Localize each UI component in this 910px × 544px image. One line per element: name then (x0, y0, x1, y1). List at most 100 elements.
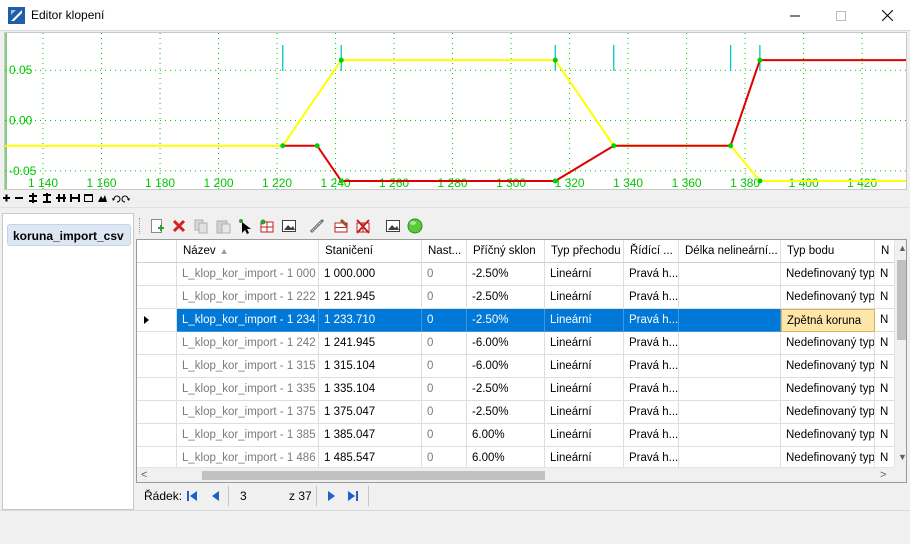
zoom-out-icon[interactable] (15, 197, 23, 199)
cell-control[interactable]: Pravá h... (624, 378, 679, 401)
scroll-down-icon[interactable]: ▼ (898, 452, 906, 462)
table-row[interactable]: L_klop_kor_import - 1 234 1 233.710 0 -2.50… (137, 309, 897, 332)
cell-nonlinear-length[interactable] (679, 424, 781, 447)
cell-control[interactable]: Pravá h... (624, 424, 679, 447)
cell-cross-slope[interactable]: -2.50% (467, 401, 545, 424)
row-selector[interactable] (137, 401, 177, 424)
cell-setting[interactable]: 0 (422, 424, 467, 447)
cell-name[interactable]: L_klop_kor_import - 1 315 (177, 355, 319, 378)
profile-view-icon[interactable] (98, 195, 107, 202)
row-selector[interactable] (137, 332, 177, 355)
table-row[interactable]: L_klop_kor_import - 1 335 1 335.104 0 -2.50… (137, 378, 897, 401)
cell-setting[interactable]: 0 (422, 263, 467, 286)
profile-item-koruna-import-csv[interactable]: koruna_import_csv (7, 224, 131, 246)
cell-nonlinear-length[interactable] (679, 286, 781, 309)
cell-cross-slope[interactable]: -2.50% (467, 309, 545, 332)
cell-control[interactable]: Pravá h... (624, 401, 679, 424)
table-row[interactable]: L_klop_kor_import - 1 375 1 375.047 0 -2.50… (137, 401, 897, 424)
cell-transition-type[interactable]: Lineární (545, 332, 624, 355)
select-point-icon[interactable] (237, 218, 253, 234)
cell-transition-type[interactable]: Lineární (545, 401, 624, 424)
row-selector[interactable] (137, 378, 177, 401)
fit-vertical-icon[interactable] (43, 193, 51, 203)
cell-setting[interactable]: 0 (422, 309, 467, 332)
superelevation-table[interactable]: Název ▲ Staničení Nast... Příčný sklon Typ př… (136, 239, 907, 483)
cell-transition-type[interactable]: Lineární (545, 355, 624, 378)
header-nonlinear-length[interactable]: Délka nelineární... (679, 240, 781, 263)
cell-point-type[interactable]: Nedefinovaný typ (781, 424, 875, 447)
cell-control[interactable]: Pravá h... (624, 332, 679, 355)
cell-transition-type[interactable]: Lineární (545, 263, 624, 286)
cell-name[interactable]: L_klop_kor_import - 1 375 (177, 401, 319, 424)
cell-setting[interactable]: 0 (422, 355, 467, 378)
zoom-horizontal-icon[interactable] (56, 194, 66, 202)
image-icon[interactable] (281, 218, 297, 234)
close-button[interactable] (864, 0, 910, 31)
header-setting[interactable]: Nast... (422, 240, 467, 263)
horizontal-scrollbar[interactable]: < > (137, 467, 894, 482)
header-name[interactable]: Název ▲ (177, 240, 319, 263)
cell-name[interactable]: L_klop_kor_import - 1 234 (177, 309, 319, 332)
cell-setting[interactable]: 0 (422, 401, 467, 424)
superelevation-chart[interactable]: 1 140 1 160 1 180 1 200 1 220 1 240 1 260 1 280… (4, 32, 907, 190)
cell-transition-type[interactable]: Lineární (545, 424, 624, 447)
cell-name[interactable]: L_klop_kor_import - 1 222 (177, 286, 319, 309)
status-ok-icon[interactable] (407, 218, 423, 234)
table-row[interactable]: L_klop_kor_import - 1 315 1 315.104 0 -6.00… (137, 355, 897, 378)
redo-icon[interactable] (121, 195, 130, 203)
chart-canvas[interactable]: 1 140 1 160 1 180 1 200 1 220 1 240 1 260 1 280… (5, 33, 906, 190)
cell-point-type[interactable]: Nedefinovaný typ (781, 378, 875, 401)
cell-nonlinear-length[interactable] (679, 309, 781, 332)
scroll-up-icon[interactable]: ▲ (898, 243, 906, 253)
insert-grid-icon[interactable] (259, 218, 275, 234)
cell-transition-type[interactable]: Lineární (545, 378, 624, 401)
first-record-icon[interactable] (186, 490, 198, 502)
minimize-button[interactable] (772, 0, 818, 31)
cell-point-type[interactable]: Nedefinovaný typ (781, 332, 875, 355)
cell-nonlinear-length[interactable] (679, 378, 781, 401)
remove-grid-icon[interactable] (355, 218, 371, 234)
last-record-icon[interactable] (347, 490, 359, 502)
edit-grid-icon[interactable] (333, 218, 349, 234)
header-transition-type[interactable]: Typ přechodu (545, 240, 624, 263)
cell-station[interactable]: 1 385.047 (319, 424, 422, 447)
fit-all-icon[interactable] (84, 194, 93, 202)
sort-ascending-icon[interactable]: ▲ (220, 246, 229, 256)
cell-cross-slope[interactable]: -6.00% (467, 332, 545, 355)
cell-nonlinear-length[interactable] (679, 401, 781, 424)
cell-nonlinear-length[interactable] (679, 355, 781, 378)
cell-station[interactable]: 1 315.104 (319, 355, 422, 378)
header-cross-slope[interactable]: Příčný sklon (467, 240, 545, 263)
panel-splitter[interactable] (0, 207, 910, 212)
cell-cross-slope[interactable]: -6.00% (467, 355, 545, 378)
maximize-button[interactable] (818, 0, 864, 31)
delete-icon[interactable] (171, 218, 187, 234)
cell-station[interactable]: 1 233.710 (319, 309, 422, 332)
next-record-icon[interactable] (325, 490, 337, 502)
cell-control[interactable]: Pravá h... (624, 263, 679, 286)
cell-transition-type[interactable]: Lineární (545, 309, 624, 332)
header-control[interactable]: Řídící ... (624, 240, 679, 263)
vertical-scroll-thumb[interactable] (897, 260, 906, 340)
cell-cross-slope[interactable]: -2.50% (467, 378, 545, 401)
row-selector[interactable] (137, 355, 177, 378)
cell-transition-type[interactable]: Lineární (545, 286, 624, 309)
copy-icon[interactable] (193, 218, 209, 234)
row-selector[interactable] (137, 263, 177, 286)
header-station[interactable]: Staničení (319, 240, 422, 263)
cell-cross-slope[interactable]: -2.50% (467, 263, 545, 286)
cell-name[interactable]: L_klop_kor_import - 1 335 (177, 378, 319, 401)
cell-point-type[interactable]: Nedefinovaný typ (781, 355, 875, 378)
previous-record-icon[interactable] (210, 490, 222, 502)
horizontal-scroll-thumb[interactable] (202, 471, 545, 480)
header-point-type[interactable]: Typ bodu (781, 240, 875, 263)
row-selector[interactable] (137, 286, 177, 309)
vertical-scrollbar[interactable]: ▲ ▼ (894, 240, 906, 467)
add-row-icon[interactable] (149, 218, 165, 234)
cell-name[interactable]: L_klop_kor_import - 1 000 (177, 263, 319, 286)
table-row[interactable]: L_klop_kor_import - 1 242 1 241.945 0 -6.00… (137, 332, 897, 355)
paste-icon[interactable] (215, 218, 231, 234)
picture-icon[interactable] (385, 218, 401, 234)
scroll-right-icon[interactable]: > (880, 469, 886, 481)
cell-nonlinear-length[interactable] (679, 263, 781, 286)
